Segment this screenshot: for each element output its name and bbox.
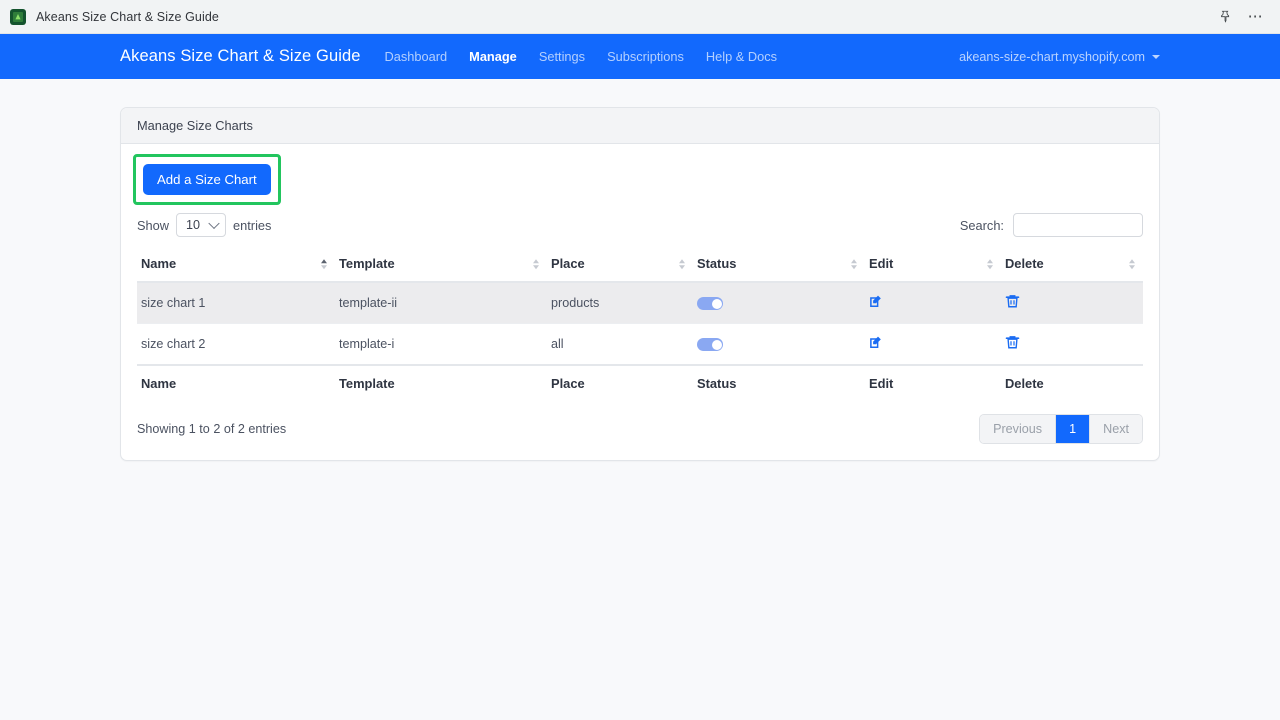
nav-link-dashboard[interactable]: Dashboard: [385, 49, 448, 64]
page-length-select[interactable]: 10: [176, 213, 226, 237]
cell-status: [693, 324, 865, 366]
column-header-label: Place: [551, 256, 585, 271]
nav-link-settings[interactable]: Settings: [539, 49, 585, 64]
footer-column-delete: Delete: [1001, 365, 1143, 400]
browser-tab-title[interactable]: Akeans Size Chart & Size Guide: [36, 10, 219, 24]
column-header-name[interactable]: Name: [137, 247, 335, 282]
column-header-label: Edit: [869, 256, 893, 271]
trash-icon[interactable]: [1005, 294, 1020, 309]
cell-place: products: [547, 282, 693, 324]
sort-indicator-icon: [533, 259, 539, 269]
table-foot: Name Template Place Status Edit Delete: [137, 365, 1143, 400]
browser-chrome-actions: ⋯: [1218, 9, 1270, 25]
page-title: Manage Size Charts: [137, 118, 253, 133]
sort-indicator-icon: [679, 259, 685, 269]
sort-indicator-icon: [851, 259, 857, 269]
card-body: Add a Size Chart Show 10 entries Search:: [121, 144, 1159, 460]
footer-column-status: Status: [693, 365, 865, 400]
column-header-edit[interactable]: Edit: [865, 247, 1001, 282]
page-length-control: Show 10 entries: [137, 213, 271, 237]
more-options-icon[interactable]: ⋯: [1248, 12, 1264, 22]
pagination: Previous 1 Next: [979, 414, 1143, 444]
pagination-previous[interactable]: Previous: [980, 415, 1056, 443]
column-header-label: Name: [141, 256, 176, 271]
status-toggle[interactable]: [697, 297, 723, 310]
status-toggle[interactable]: [697, 338, 723, 351]
nav-link-subscriptions[interactable]: Subscriptions: [607, 49, 684, 64]
column-header-status[interactable]: Status: [693, 247, 865, 282]
table-footer-controls: Showing 1 to 2 of 2 entries Previous 1 N…: [137, 414, 1143, 444]
card-header: Manage Size Charts: [121, 108, 1159, 144]
edit-pencil-icon[interactable]: [869, 294, 884, 309]
pin-icon[interactable]: [1218, 9, 1234, 25]
size-charts-table: Name Template Place: [137, 247, 1143, 400]
nav-link-help-docs[interactable]: Help & Docs: [706, 49, 777, 64]
cell-template: template-i: [335, 324, 547, 366]
pagination-page-1[interactable]: 1: [1056, 415, 1090, 443]
page-content: Manage Size Charts Add a Size Chart Show…: [0, 79, 1280, 461]
table-head: Name Template Place: [137, 247, 1143, 282]
show-label: Show: [137, 218, 169, 233]
sort-indicator-icon: [321, 259, 327, 269]
cell-edit: [865, 282, 1001, 324]
trash-icon[interactable]: [1005, 335, 1020, 350]
cell-status: [693, 282, 865, 324]
column-header-place[interactable]: Place: [547, 247, 693, 282]
add-size-chart-highlight-wrapper: Add a Size Chart: [133, 154, 281, 205]
cell-name: size chart 2: [137, 324, 335, 366]
search-label: Search:: [960, 218, 1004, 233]
cell-delete: [1001, 282, 1143, 324]
browser-tab-bar: Akeans Size Chart & Size Guide ⋯: [0, 0, 1280, 34]
column-header-label: Template: [339, 256, 395, 271]
column-header-label: Status: [697, 256, 736, 271]
manage-size-charts-card: Manage Size Charts Add a Size Chart Show…: [120, 107, 1160, 461]
table-row[interactable]: size chart 2 template-i all: [137, 324, 1143, 366]
app-navbar: Akeans Size Chart & Size Guide Dashboard…: [0, 34, 1280, 79]
footer-column-template: Template: [335, 365, 547, 400]
cell-name: size chart 1: [137, 282, 335, 324]
app-brand[interactable]: Akeans Size Chart & Size Guide: [120, 47, 361, 66]
column-header-template[interactable]: Template: [335, 247, 547, 282]
table-footer-row: Name Template Place Status Edit Delete: [137, 365, 1143, 400]
table-controls: Show 10 entries Search:: [137, 213, 1143, 237]
pagination-next[interactable]: Next: [1090, 415, 1142, 443]
chevron-down-icon: [1152, 55, 1160, 59]
search-control: Search:: [960, 213, 1143, 237]
column-header-delete[interactable]: Delete: [1001, 247, 1143, 282]
showing-entries-info: Showing 1 to 2 of 2 entries: [137, 422, 286, 436]
footer-column-place: Place: [547, 365, 693, 400]
table-header-row: Name Template Place: [137, 247, 1143, 282]
navbar-links: Dashboard Manage Settings Subscriptions …: [385, 49, 777, 64]
akeans-favicon: [10, 9, 26, 25]
add-size-chart-button[interactable]: Add a Size Chart: [143, 164, 271, 195]
table-row[interactable]: size chart 1 template-ii products: [137, 282, 1143, 324]
table-body: size chart 1 template-ii products: [137, 282, 1143, 365]
sort-indicator-icon: [987, 259, 993, 269]
sort-indicator-icon: [1129, 259, 1135, 269]
shop-domain-label: akeans-size-chart.myshopify.com: [959, 50, 1145, 64]
nav-link-manage[interactable]: Manage: [469, 49, 517, 64]
cell-edit: [865, 324, 1001, 366]
page-length-select-wrapper: 10: [176, 213, 226, 237]
cell-place: all: [547, 324, 693, 366]
entries-label: entries: [233, 218, 271, 233]
column-header-label: Delete: [1005, 256, 1044, 271]
footer-column-name: Name: [137, 365, 335, 400]
edit-pencil-icon[interactable]: [869, 335, 884, 350]
footer-column-edit: Edit: [865, 365, 1001, 400]
cell-template: template-ii: [335, 282, 547, 324]
search-input[interactable]: [1013, 213, 1143, 237]
cell-delete: [1001, 324, 1143, 366]
shop-account-menu[interactable]: akeans-size-chart.myshopify.com: [959, 50, 1160, 64]
